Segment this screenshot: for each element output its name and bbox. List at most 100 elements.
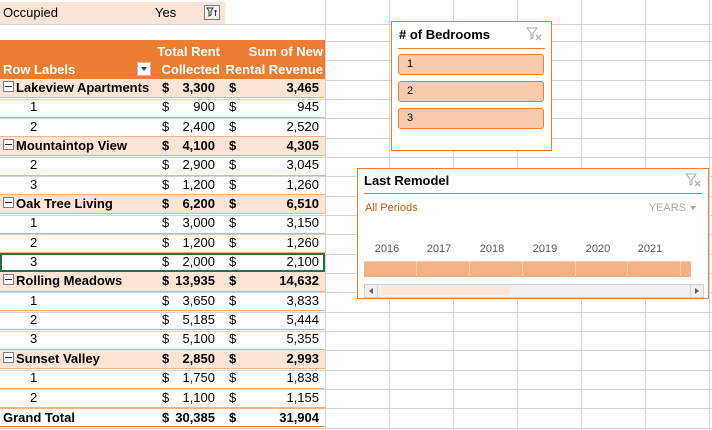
report-filter: Occupied Yes bbox=[0, 2, 325, 24]
row-label: Rolling Meadows bbox=[3, 272, 122, 290]
total-rent-value: 6,200 bbox=[182, 196, 215, 212]
clear-filter-icon[interactable] bbox=[525, 27, 542, 44]
pivot-detail-row[interactable]: 2 $1,200 $1,260 bbox=[0, 234, 325, 254]
timeline-year[interactable]: 2016 bbox=[367, 243, 407, 255]
new-revenue-value: 2,520 bbox=[286, 118, 319, 134]
timeline-year[interactable]: 2020 bbox=[578, 243, 618, 255]
pivot-detail-row[interactable]: 3 $5,100 $5,355 bbox=[0, 330, 325, 350]
currency-symbol: $ bbox=[229, 196, 237, 212]
timeline-scrollbar[interactable] bbox=[364, 284, 704, 298]
currency-symbol: $ bbox=[162, 312, 170, 328]
timeline-year[interactable]: 2018 bbox=[472, 243, 512, 255]
timeline-level-dropdown[interactable]: YEARS bbox=[649, 202, 696, 214]
total-rent-value: 4,100 bbox=[182, 138, 215, 154]
collapse-icon[interactable] bbox=[3, 197, 14, 209]
currency-symbol: $ bbox=[229, 409, 237, 425]
currency-symbol: $ bbox=[162, 331, 170, 347]
total-rent-value: 3,300 bbox=[182, 80, 215, 95]
row-label: Grand Total bbox=[3, 409, 75, 425]
currency-symbol: $ bbox=[162, 176, 170, 192]
currency-symbol: $ bbox=[229, 157, 237, 173]
currency-symbol: $ bbox=[229, 138, 237, 154]
pivot-header: Row Labels Total Rent Collected Sum of N… bbox=[0, 40, 325, 79]
currency-symbol: $ bbox=[162, 234, 170, 250]
filter-dropdown-button[interactable] bbox=[204, 5, 220, 20]
pivot-group-row[interactable]: Oak Tree Living $6,200 $6,510 bbox=[0, 195, 325, 215]
new-revenue-value: 2,993 bbox=[286, 350, 319, 366]
new-revenue-value: 6,510 bbox=[286, 196, 319, 212]
total-rent-value: 1,750 bbox=[182, 370, 215, 386]
pivot-group-row[interactable]: Sunset Valley $2,850 $2,993 bbox=[0, 349, 325, 370]
timeline-year[interactable]: 2021 bbox=[630, 243, 670, 255]
row-label: 1 bbox=[30, 370, 38, 386]
slicer-item-1[interactable]: 1 bbox=[398, 54, 544, 75]
currency-symbol: $ bbox=[162, 80, 170, 95]
filter-label: Occupied bbox=[0, 2, 152, 24]
pivot-detail-row[interactable]: 1 $900 $945 bbox=[0, 98, 325, 118]
pivot-detail-row[interactable]: 3 $2,000 $2,100 bbox=[0, 253, 325, 273]
new-revenue-value: 3,465 bbox=[286, 80, 319, 95]
pivot-detail-row[interactable]: 3 $1,200 $1,260 bbox=[0, 176, 325, 196]
row-label: 2 bbox=[30, 389, 38, 405]
clear-filter-icon[interactable] bbox=[684, 173, 701, 190]
remodel-timeline: Last Remodel All Periods YEARS 2016 2017… bbox=[357, 168, 709, 299]
collapse-icon[interactable] bbox=[3, 274, 14, 286]
total-rent-value: 1,200 bbox=[182, 176, 215, 192]
currency-symbol: $ bbox=[162, 370, 170, 386]
currency-symbol: $ bbox=[229, 234, 237, 250]
collapse-icon[interactable] bbox=[3, 139, 14, 151]
pivot-group-row[interactable]: Rolling Meadows $13,935 $14,632 bbox=[0, 272, 325, 292]
currency-symbol: $ bbox=[162, 99, 170, 115]
currency-symbol: $ bbox=[162, 157, 170, 173]
currency-symbol: $ bbox=[162, 273, 170, 289]
filter-funnel-icon bbox=[206, 7, 217, 17]
timeline-year[interactable]: 2019 bbox=[525, 243, 565, 255]
pivot-detail-row[interactable]: 1 $3,650 $3,833 bbox=[0, 292, 325, 312]
total-rent-value: 5,100 bbox=[182, 331, 215, 347]
new-revenue-value: 1,260 bbox=[286, 176, 319, 192]
currency-symbol: $ bbox=[162, 138, 170, 154]
scroll-left-icon[interactable] bbox=[365, 285, 378, 297]
new-revenue-value: 3,045 bbox=[286, 157, 319, 173]
pivot-table: Row Labels Total Rent Collected Sum of N… bbox=[0, 40, 325, 428]
row-label: 2 bbox=[30, 312, 38, 328]
slicer-item-2[interactable]: 2 bbox=[398, 81, 544, 102]
new-revenue-value: 14,632 bbox=[279, 273, 319, 289]
timeline-year[interactable]: 2017 bbox=[419, 243, 459, 255]
pivot-detail-row[interactable]: 2 $1,100 $1,155 bbox=[0, 389, 325, 408]
timeline-years: 2016 2017 2018 2019 2020 2021 bbox=[358, 243, 710, 257]
pivot-detail-row[interactable]: 2 $2,400 $2,520 bbox=[0, 118, 325, 138]
row-label: Sunset Valley bbox=[3, 350, 100, 368]
scroll-thumb[interactable] bbox=[381, 287, 509, 295]
total-rent-value: 3,650 bbox=[182, 292, 215, 308]
total-rent-value: 5,185 bbox=[182, 312, 215, 328]
row-label: 3 bbox=[30, 254, 38, 270]
currency-symbol: $ bbox=[229, 215, 237, 231]
collapse-icon[interactable] bbox=[3, 81, 14, 92]
new-revenue-value: 4,305 bbox=[286, 138, 319, 154]
new-revenue-value: 31,904 bbox=[279, 409, 319, 425]
pivot-detail-row[interactable]: 2 $5,185 $5,444 bbox=[0, 311, 325, 331]
currency-symbol: $ bbox=[229, 370, 237, 386]
row-labels-dropdown[interactable] bbox=[137, 62, 151, 76]
total-rent-value: 2,850 bbox=[182, 350, 215, 366]
timeline-selection-bar[interactable] bbox=[364, 261, 691, 278]
new-revenue-value: 5,355 bbox=[286, 331, 319, 347]
grand-total-row[interactable]: Grand Total $30,385 $31,904 bbox=[0, 407, 325, 428]
slicer-item-3[interactable]: 3 bbox=[398, 108, 544, 129]
currency-symbol: $ bbox=[229, 254, 237, 270]
pivot-group-row[interactable]: Lakeview Apartments $3,300 $3,465 bbox=[0, 79, 325, 99]
pivot-detail-row[interactable]: 2 $2,900 $3,045 bbox=[0, 156, 325, 176]
collapse-icon[interactable] bbox=[3, 351, 14, 363]
total-rent-value: 2,900 bbox=[182, 157, 215, 173]
pivot-detail-row[interactable]: 1 $3,000 $3,150 bbox=[0, 214, 325, 234]
row-label: 1 bbox=[30, 99, 38, 115]
slicer-title: # of Bedrooms bbox=[399, 27, 491, 42]
pivot-group-row[interactable]: Mountaintop View $4,100 $4,305 bbox=[0, 137, 325, 157]
total-rent-value: 1,200 bbox=[182, 234, 215, 250]
currency-symbol: $ bbox=[229, 331, 237, 347]
currency-symbol: $ bbox=[162, 196, 170, 212]
currency-symbol: $ bbox=[229, 312, 237, 328]
scroll-right-icon[interactable] bbox=[690, 285, 703, 297]
pivot-detail-row[interactable]: 1 $1,750 $1,838 bbox=[0, 369, 325, 389]
